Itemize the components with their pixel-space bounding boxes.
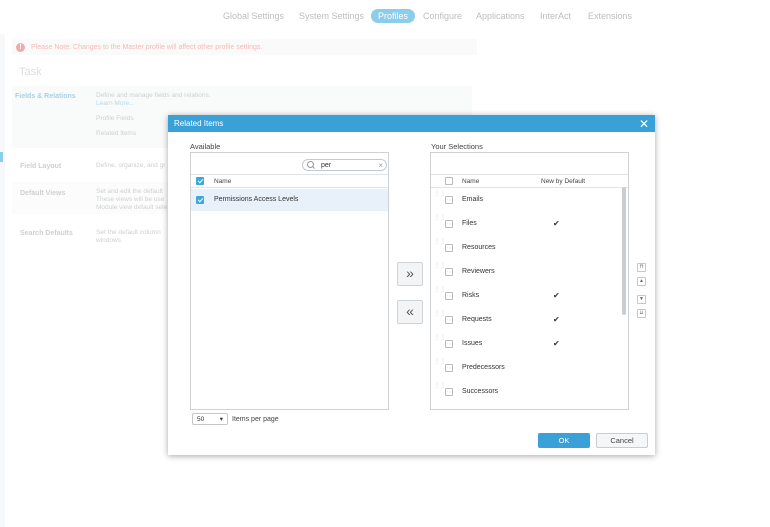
available-label: Available [190, 142, 221, 151]
move-up-button[interactable]: ▲ [637, 277, 646, 286]
list-item-label: Permissions Access Levels [214, 196, 299, 203]
drag-handle-icon[interactable]: ⋮⋮ [434, 215, 446, 227]
checkmark-icon: ✔ [553, 219, 560, 228]
selections-list-header: Name New by Default [431, 174, 628, 188]
drag-handle-icon[interactable]: ⋮⋮ [434, 311, 446, 323]
list-item[interactable]: ⋮⋮ Emails [431, 189, 621, 213]
remove-selected-button[interactable]: « [397, 300, 423, 324]
dialog-title: Related Items [174, 119, 224, 128]
list-item-label: Risks [462, 292, 480, 299]
list-item[interactable]: ⋮⋮ Files ✔ [431, 213, 621, 237]
list-item-label: Successors [462, 388, 499, 395]
selections-name-header: Name [462, 178, 480, 185]
dialog-header: Related Items ✕ [168, 115, 655, 132]
item-checkbox[interactable] [445, 292, 453, 300]
checkmark-icon: ✔ [553, 315, 560, 324]
list-item[interactable]: ⋮⋮ Reviewers [431, 261, 621, 285]
list-item-label: Predecessors [462, 364, 505, 371]
items-per-page-control: 50 ▾ Items per page [192, 413, 279, 425]
list-item-label: Reviewers [462, 268, 495, 275]
move-down-button[interactable]: ▼ [637, 295, 646, 304]
move-bottom-button[interactable]: ⇊ [637, 309, 646, 318]
list-item[interactable]: ⋮⋮ Resources [431, 237, 621, 261]
drag-handle-icon[interactable]: ⋮⋮ [434, 335, 446, 347]
list-item-label: Resources [462, 244, 496, 251]
chevron-down-icon: ▾ [219, 416, 223, 423]
drag-handle-icon[interactable]: ⋮⋮ [434, 359, 446, 371]
item-checkbox[interactable] [445, 388, 453, 396]
drag-handle-icon[interactable]: ⋮⋮ [434, 287, 446, 299]
add-selected-button[interactable]: » [397, 262, 423, 286]
items-per-page-select[interactable]: 50 ▾ [192, 413, 228, 425]
ok-button[interactable]: OK [538, 433, 590, 448]
close-icon[interactable]: ✕ [639, 118, 649, 130]
search-input[interactable] [321, 161, 376, 169]
your-selections-label: Your Selections [431, 142, 483, 151]
available-list-header: Name [191, 174, 388, 188]
select-all-checkbox[interactable] [196, 177, 204, 185]
list-item[interactable]: ⋮⋮ Predecessors [431, 357, 621, 381]
drag-handle-icon[interactable]: ⋮⋮ [434, 191, 446, 203]
list-item[interactable]: ⋮⋮ Successors [431, 381, 621, 405]
available-panel: × Name Permissions Access Levels [190, 152, 389, 410]
item-checkbox[interactable] [445, 196, 453, 204]
search-icon [306, 160, 315, 170]
available-name-header: Name [214, 178, 232, 185]
item-checkbox[interactable] [445, 244, 453, 252]
list-item[interactable]: ⋮⋮ Risks ✔ [431, 285, 621, 309]
drag-handle-icon[interactable]: ⋮⋮ [434, 263, 446, 275]
list-item-label: Files [462, 220, 477, 227]
related-items-dialog: Related Items ✕ Available Your Selection… [168, 115, 655, 455]
items-per-page-label: Items per page [232, 415, 279, 423]
item-checkbox[interactable] [445, 316, 453, 324]
item-checkbox[interactable] [445, 364, 453, 372]
list-item[interactable]: ⋮⋮ Requests ✔ [431, 309, 621, 333]
move-top-button[interactable]: ⇈ [637, 263, 646, 272]
list-item-label: Requests [462, 316, 492, 323]
drag-handle-icon[interactable]: ⋮⋮ [434, 239, 446, 251]
new-by-default-header: New by Default [541, 178, 586, 185]
select-all-selections-checkbox[interactable] [445, 177, 453, 185]
available-search[interactable]: × [302, 159, 387, 171]
selections-scrollbar[interactable] [622, 187, 626, 315]
drag-handle-icon[interactable]: ⋮⋮ [434, 383, 446, 395]
item-checkbox[interactable] [445, 220, 453, 228]
items-per-page-value: 50 [197, 415, 205, 423]
clear-search-icon[interactable]: × [378, 161, 383, 170]
item-checkbox[interactable] [445, 268, 453, 276]
list-item[interactable]: ⋮⋮ Issues ✔ [431, 333, 621, 357]
checkmark-icon: ✔ [553, 291, 560, 300]
checkmark-icon: ✔ [553, 339, 560, 348]
item-checkbox[interactable] [445, 340, 453, 348]
list-item[interactable]: Permissions Access Levels [191, 189, 388, 211]
item-checkbox[interactable] [196, 196, 204, 204]
cancel-button[interactable]: Cancel [596, 433, 648, 448]
list-item-label: Emails [462, 196, 484, 203]
list-item-label: Issues [462, 340, 483, 347]
selections-panel: Name New by Default ⋮⋮ Emails ⋮⋮ Files ✔ ⋮⋮ Re… [430, 152, 629, 410]
